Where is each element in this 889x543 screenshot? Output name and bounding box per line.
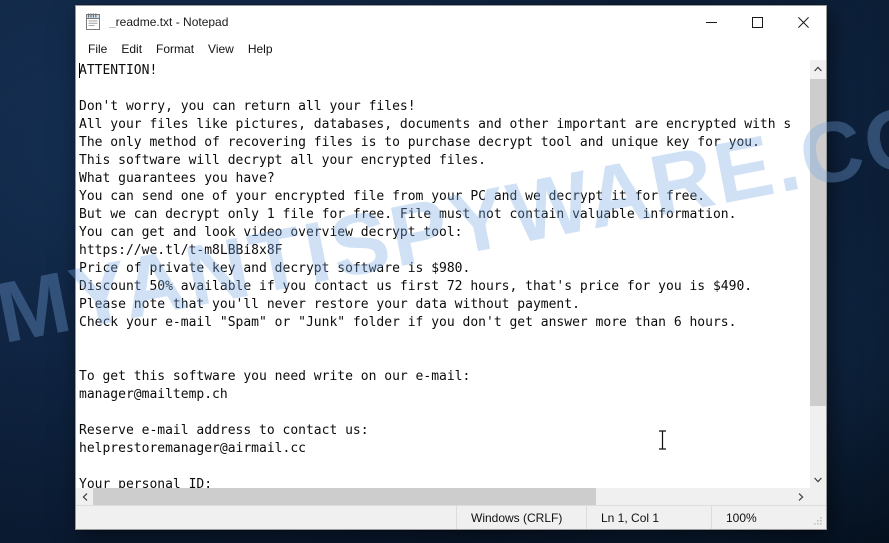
vertical-scrollbar[interactable]: [809, 60, 826, 488]
menu-item-format[interactable]: Format: [149, 40, 201, 58]
minimize-button[interactable]: [688, 6, 734, 38]
window-title: _readme.txt - Notepad: [109, 16, 229, 28]
window-controls: [688, 6, 826, 38]
scroll-right-button[interactable]: [792, 488, 809, 505]
status-encoding: Windows (CRLF): [456, 506, 586, 529]
horizontal-scrollbar[interactable]: [76, 488, 809, 505]
scroll-left-button[interactable]: [76, 488, 93, 505]
close-button[interactable]: [780, 6, 826, 38]
horizontal-scroll-thumb[interactable]: [93, 488, 597, 505]
menu-item-view[interactable]: View: [201, 40, 241, 58]
vertical-scroll-track[interactable]: [810, 77, 826, 471]
horizontal-scrollbar-row: [76, 488, 826, 505]
chevron-right-icon: [798, 492, 803, 501]
editor-area: ATTENTION! Don't worry, you can return a…: [76, 59, 826, 505]
resize-grip[interactable]: [812, 515, 823, 526]
minimize-icon: [705, 21, 717, 23]
maximize-icon: [751, 16, 763, 28]
text-editor[interactable]: ATTENTION! Don't worry, you can return a…: [76, 60, 809, 488]
ransom-note-text: ATTENTION! Don't worry, you can return a…: [79, 63, 792, 488]
status-zoom-level: 100%: [711, 506, 826, 529]
title-bar[interactable]: _readme.txt - Notepad: [76, 6, 826, 38]
close-icon: [797, 16, 809, 28]
vertical-scroll-thumb[interactable]: [810, 79, 826, 407]
chevron-up-icon: [814, 66, 822, 71]
editor-row: ATTENTION! Don't worry, you can return a…: [76, 60, 826, 488]
menu-bar: File Edit Format View Help: [76, 38, 826, 59]
menu-item-edit[interactable]: Edit: [114, 40, 149, 58]
chevron-down-icon: [814, 477, 822, 482]
text-caret: [79, 63, 80, 78]
text-ibeam-cursor: [658, 430, 667, 450]
menu-item-help[interactable]: Help: [241, 40, 280, 58]
status-bar: Windows (CRLF) Ln 1, Col 1 100%: [76, 505, 826, 529]
menu-item-file[interactable]: File: [81, 40, 114, 58]
notepad-icon: [84, 13, 102, 31]
maximize-button[interactable]: [734, 6, 780, 38]
scrollbar-corner: [809, 488, 826, 505]
status-cursor-position: Ln 1, Col 1: [586, 506, 711, 529]
horizontal-scroll-track[interactable]: [93, 488, 792, 505]
notepad-window: _readme.txt - Notepad File Edit Format V…: [75, 5, 827, 530]
scroll-down-button[interactable]: [810, 471, 826, 488]
chevron-left-icon: [82, 492, 87, 501]
scroll-up-button[interactable]: [810, 60, 826, 77]
